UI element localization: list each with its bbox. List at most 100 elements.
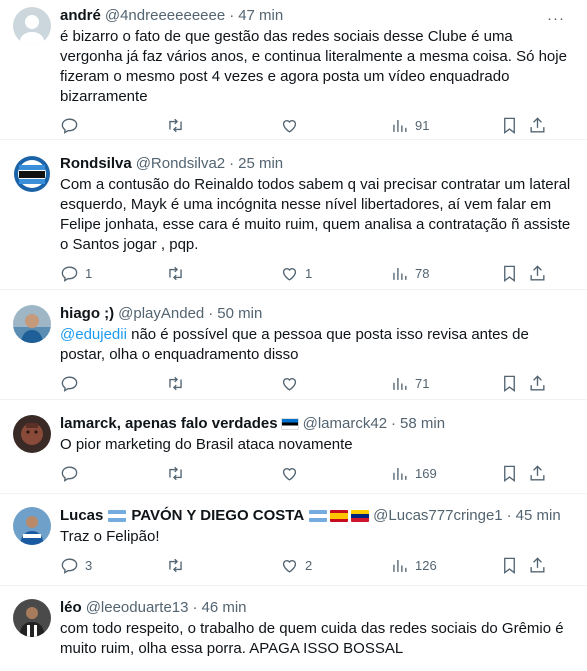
- more-icon[interactable]: ···: [547, 10, 565, 27]
- share-icon: [530, 265, 545, 281]
- avatar[interactable]: [13, 155, 51, 193]
- share-button[interactable]: [528, 264, 547, 283]
- retweet-button[interactable]: [166, 464, 191, 483]
- like-button[interactable]: 1: [280, 264, 312, 283]
- like-button[interactable]: [280, 374, 305, 393]
- bookmark-button[interactable]: [500, 116, 519, 135]
- views-button[interactable]: 71: [390, 374, 429, 393]
- bookmark-icon: [504, 375, 515, 392]
- action-bar: 91: [60, 116, 573, 136]
- argentina-flag-icon: [108, 510, 127, 522]
- retweet-icon: [169, 118, 182, 133]
- share-button[interactable]: [528, 464, 547, 483]
- estonia-flag-icon: [280, 418, 299, 430]
- retweet-button[interactable]: [166, 116, 191, 135]
- like-icon: [282, 268, 297, 281]
- display-name[interactable]: Rondsilva: [60, 154, 132, 174]
- separator-dot: ·: [506, 507, 512, 524]
- tweet[interactable]: Rondsilva @Rondsilva2 · 25 min Com a con…: [0, 140, 587, 290]
- views-button[interactable]: 78: [390, 264, 429, 283]
- user-handle[interactable]: @leeoduarte13: [86, 598, 189, 618]
- views-icon: [393, 267, 407, 280]
- timestamp[interactable]: 46 min: [202, 598, 247, 618]
- timestamp[interactable]: 50 min: [217, 304, 262, 324]
- tweet-text: Com a contusão do Reinaldo todos sabem q…: [60, 176, 571, 253]
- avatar[interactable]: [13, 415, 51, 453]
- retweet-button[interactable]: [166, 264, 191, 283]
- tweet[interactable]: lamarck, apenas falo verdades @lamarck42…: [0, 400, 587, 494]
- argentina-flag-icon: [309, 510, 328, 522]
- view-count: 91: [415, 118, 430, 133]
- timestamp[interactable]: 45 min: [516, 506, 561, 526]
- avatar[interactable]: [13, 599, 51, 637]
- share-icon: [530, 557, 545, 573]
- reply-icon: [61, 376, 78, 392]
- display-name[interactable]: Lucas: [60, 506, 103, 526]
- tweet[interactable]: Lucas PAVÓN Y DIEGO COSTA @Lucas777cring…: [0, 494, 587, 586]
- like-button[interactable]: 2: [280, 556, 312, 575]
- avatar[interactable]: [13, 507, 51, 545]
- views-button[interactable]: 91: [390, 116, 429, 135]
- reply-count: 3: [85, 558, 93, 573]
- timestamp[interactable]: 58 min: [400, 414, 445, 434]
- retweet-icon: [169, 558, 182, 573]
- action-bar: 71: [60, 374, 573, 394]
- views-button[interactable]: 126: [390, 556, 437, 575]
- mention-link[interactable]: @edujedii: [60, 326, 127, 343]
- bookmark-icon: [504, 265, 515, 282]
- like-icon: [282, 560, 297, 573]
- retweet-icon: [169, 466, 182, 481]
- display-name[interactable]: lamarck, apenas falo verdades: [60, 414, 278, 434]
- like-button[interactable]: [280, 464, 305, 483]
- views-icon: [393, 377, 407, 390]
- share-button[interactable]: [528, 374, 547, 393]
- spain-flag-icon: [330, 510, 349, 522]
- tweet-header: lamarck, apenas falo verdades @lamarck42…: [60, 400, 573, 434]
- bookmark-button[interactable]: [500, 264, 519, 283]
- reply-button[interactable]: [60, 116, 85, 135]
- timestamp[interactable]: 47 min: [238, 6, 283, 26]
- reply-button[interactable]: 3: [60, 556, 92, 575]
- tweet-text: com todo respeito, o trabalho de quem cu…: [60, 620, 564, 657]
- user-handle[interactable]: @playAnded: [118, 304, 204, 324]
- user-handle[interactable]: @4ndreeeeeeeee: [105, 6, 225, 26]
- timestamp[interactable]: 25 min: [238, 154, 283, 174]
- display-name[interactable]: léo: [60, 598, 82, 618]
- reply-button[interactable]: [60, 374, 85, 393]
- view-count: 71: [415, 376, 430, 391]
- retweet-button[interactable]: [166, 556, 191, 575]
- views-button[interactable]: 169: [390, 464, 437, 483]
- bookmark-icon: [504, 117, 515, 134]
- bookmark-button[interactable]: [500, 556, 519, 575]
- tweet[interactable]: andré @4ndreeeeeeeee · 47 min ··· é biza…: [0, 0, 587, 140]
- like-icon: [282, 468, 297, 481]
- display-name-suffix[interactable]: PAVÓN Y DIEGO COSTA: [131, 506, 304, 526]
- user-handle[interactable]: @lamarck42: [303, 414, 387, 434]
- reply-icon: [61, 118, 78, 134]
- avatar[interactable]: [13, 305, 51, 343]
- tweet-header: andré @4ndreeeeeeeee · 47 min: [60, 0, 573, 26]
- display-name[interactable]: andré: [60, 6, 101, 26]
- user-handle[interactable]: @Rondsilva2: [136, 154, 225, 174]
- separator-dot: ·: [208, 305, 214, 322]
- like-button[interactable]: [280, 116, 305, 135]
- reply-button[interactable]: [60, 464, 85, 483]
- tweet-header: Lucas PAVÓN Y DIEGO COSTA @Lucas777cring…: [60, 494, 573, 526]
- share-button[interactable]: [528, 116, 547, 135]
- share-icon: [530, 465, 545, 481]
- retweet-button[interactable]: [166, 374, 191, 393]
- avatar[interactable]: [13, 7, 51, 45]
- bookmark-button[interactable]: [500, 374, 519, 393]
- tweet[interactable]: léo @leeoduarte13 · 46 min com todo resp…: [0, 586, 587, 671]
- bookmark-button[interactable]: [500, 464, 519, 483]
- tweet[interactable]: hiago ;) @playAnded · 50 min @edujedii n…: [0, 290, 587, 400]
- timeline: andré @4ndreeeeeeeee · 47 min ··· é biza…: [0, 0, 587, 671]
- user-handle[interactable]: @Lucas777cringe1: [373, 506, 502, 526]
- reply-button[interactable]: 1: [60, 264, 92, 283]
- tweet-text: é bizarro o fato de que gestão das redes…: [60, 28, 567, 105]
- display-name[interactable]: hiago ;): [60, 304, 114, 324]
- separator-dot: ·: [391, 415, 397, 432]
- share-button[interactable]: [528, 556, 547, 575]
- tweet-header: hiago ;) @playAnded · 50 min: [60, 290, 573, 324]
- separator-dot: ·: [192, 599, 198, 616]
